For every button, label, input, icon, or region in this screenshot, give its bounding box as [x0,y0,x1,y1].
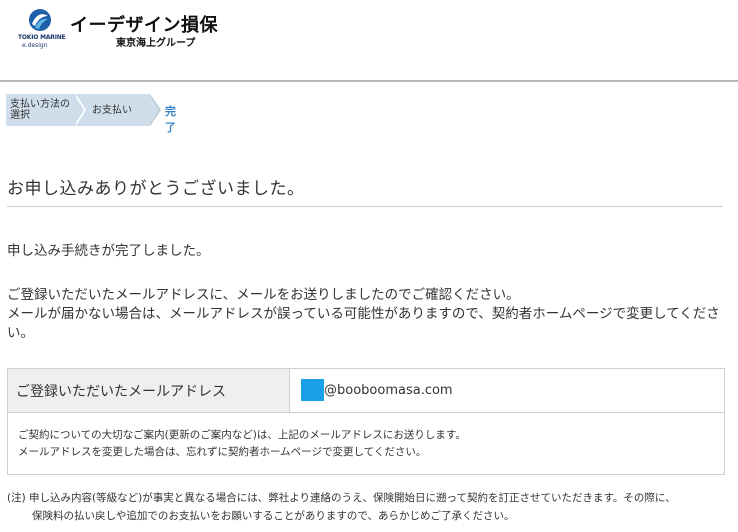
tokio-marine-logo-icon [29,9,51,31]
email-note: ご契約についての大切なご案内(更新のご案内など)は、上記のメールアドレスにお送り… [18,429,466,458]
email-sent-message: ご登録いただいたメールアドレスに、メールをお送りしましたのでご確認ください。 メ… [7,287,720,341]
step-payment-method-label: 支払い方法の 選択 [10,99,70,121]
step-payment-method: 支払い方法の 選択 [6,94,76,126]
email-label: ご登録いただいたメールアドレス [16,384,226,400]
step-payment: お支払い [76,94,150,126]
completion-message: 申し込み手続きが完了しました。 [7,243,210,259]
group-name: 東京海上グループ [116,38,196,49]
step-complete: 完了 [165,105,176,134]
site-header: TOKIO MARINE e.design イーデザイン損保 東京海上グループ [0,0,738,66]
email-label-cell: ご登録いただいたメールアドレス [8,369,290,413]
email-address: @booboomasa.com [324,383,453,398]
footnote-line-1: (注) 申し込み内容(等級など)が事実と異なる場合には、弊社より連絡のうえ、保険… [7,492,676,504]
email-redaction-mask [301,379,324,401]
footnote: (注) 申し込み内容(等級など)が事実と異なる場合には、弊社より連絡のうえ、保険… [7,489,733,525]
step-arrow [149,94,159,126]
logo-subtext: e.design [22,42,48,49]
logo-text: TOKIO MARINE [18,34,66,41]
step-payment-label: お支払い [92,105,132,116]
step-arrow [74,94,84,126]
registered-email-box: ご登録いただいたメールアドレス @booboomasa.com ご契約についての… [7,368,725,475]
page-title: お申し込みありがとうございました。 [7,179,305,199]
footnote-line-2: 保険料の払い戻しや追加でのお支払いをお願いすることがありますので、あらかじめご了… [32,510,515,522]
email-value-cell: @booboomasa.com [290,369,724,413]
header-divider [0,80,738,82]
title-divider [7,206,723,207]
